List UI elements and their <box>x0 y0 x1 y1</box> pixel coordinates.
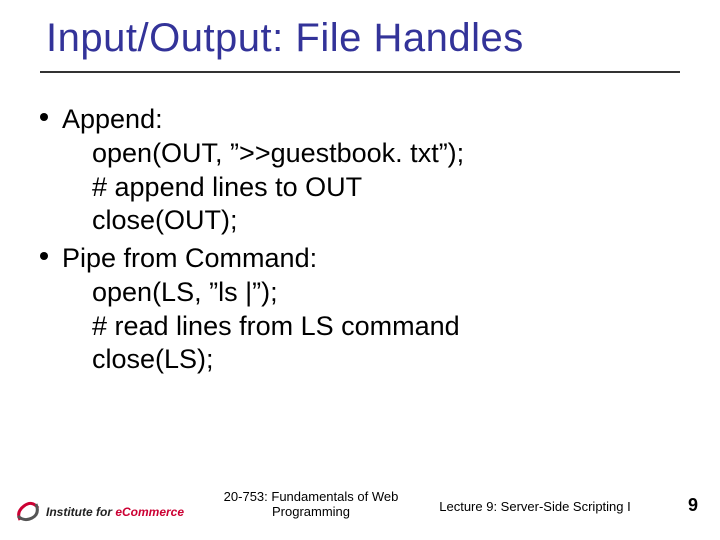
footer-logo: Institute for eCommerce <box>14 498 184 526</box>
bullet-label: Append: <box>62 104 163 134</box>
logo-prefix: Institute for <box>46 505 115 519</box>
footer-lecture: Lecture 9: Server-Side Scripting I <box>420 499 650 514</box>
bullet-label: Pipe from Command: <box>62 243 317 273</box>
footer-course: 20-753: Fundamentals of Web Programming <box>216 489 406 520</box>
bullet-dot-icon <box>40 113 48 121</box>
footer: Institute for eCommerce 20-753: Fundamen… <box>0 474 720 528</box>
code-line: open(LS, ”ls |”); <box>92 276 680 310</box>
bullet-pipe: Pipe from Command: open(LS, ”ls |”); # r… <box>62 242 680 377</box>
code-line: close(LS); <box>92 343 680 377</box>
logo-word: eCommerce <box>115 505 184 519</box>
slide-body: Append: open(OUT, ”>>guestbook. txt”); #… <box>0 73 720 377</box>
slide-title: Input/Output: File Handles <box>0 0 720 67</box>
code-line: close(OUT); <box>92 204 680 238</box>
code-line: # append lines to OUT <box>92 171 680 205</box>
logo-text: Institute for eCommerce <box>46 505 184 519</box>
code-line: # read lines from LS command <box>92 310 680 344</box>
code-line: open(OUT, ”>>guestbook. txt”); <box>92 137 680 171</box>
slide: Input/Output: File Handles Append: open(… <box>0 0 720 540</box>
page-number: 9 <box>688 495 698 516</box>
bullet-append: Append: open(OUT, ”>>guestbook. txt”); #… <box>62 103 680 238</box>
logo-icon <box>14 498 42 526</box>
bullet-dot-icon <box>40 252 48 260</box>
